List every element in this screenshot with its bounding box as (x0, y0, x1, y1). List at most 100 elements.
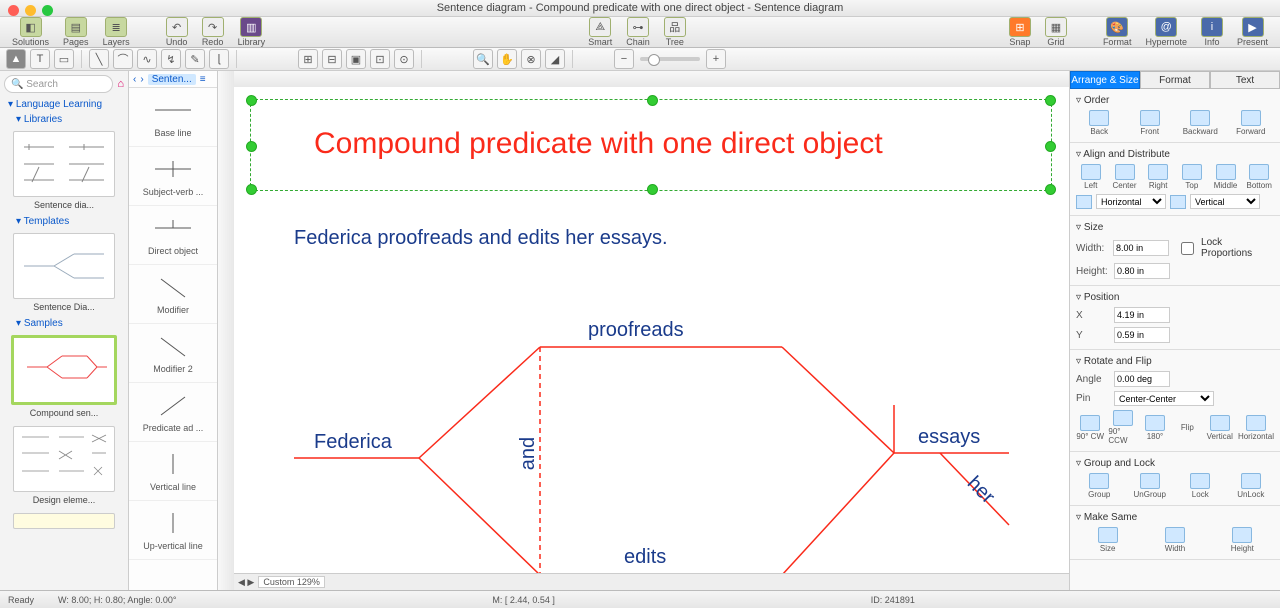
lib-upvline[interactable]: Up-vertical line (129, 501, 217, 560)
dist-v-icon[interactable] (1170, 195, 1186, 209)
format-button[interactable]: 🎨Format (1097, 17, 1138, 47)
crop-tool[interactable]: ⊗ (521, 49, 541, 69)
align-tool[interactable]: ⊞ (298, 49, 318, 69)
lib-baseline[interactable]: Base line (129, 88, 217, 147)
align-middle[interactable]: Middle (1211, 164, 1241, 190)
position-header[interactable]: ▿ Position (1076, 290, 1274, 305)
scribble-tool[interactable]: ✎ (185, 49, 205, 69)
arc-tool[interactable]: ⌒ (113, 49, 133, 69)
order-backward[interactable]: Backward (1177, 110, 1224, 136)
spline-tool[interactable]: ∿ (137, 49, 157, 69)
rotate-cw[interactable]: 90° CW (1076, 415, 1104, 441)
lib-subjverb[interactable]: Subject-verb ... (129, 147, 217, 206)
minimize-icon[interactable] (25, 5, 36, 16)
canvas[interactable]: Compound predicate with one direct objec… (234, 87, 1069, 574)
x-input[interactable] (1114, 307, 1170, 323)
ungroup-btn[interactable]: UnGroup (1127, 473, 1174, 499)
group-header[interactable]: ▿ Group and Lock (1076, 456, 1274, 471)
section-templates[interactable]: ▾ Templates (0, 214, 128, 229)
layers-button[interactable]: ≣Layers (97, 17, 136, 47)
lib-predadj[interactable]: Predicate ad ... (129, 383, 217, 442)
label-verb1[interactable]: proofreads (588, 319, 684, 342)
dist-h-select[interactable]: Horizontal (1096, 194, 1166, 209)
search-input[interactable]: 🔍 Search (4, 75, 113, 93)
y-input[interactable] (1114, 327, 1170, 343)
tab-arrange[interactable]: Arrange & Size (1070, 71, 1140, 89)
same-size[interactable]: Size (1076, 527, 1139, 553)
tree-button[interactable]: 品Tree (658, 17, 692, 47)
hand-tool[interactable]: ✋ (497, 49, 517, 69)
group-btn[interactable]: Group (1076, 473, 1123, 499)
traffic-lights[interactable] (8, 5, 53, 16)
order-front[interactable]: Front (1127, 110, 1174, 136)
height-input[interactable] (1114, 263, 1170, 279)
solutions-button[interactable]: ◧Solutions (6, 17, 55, 47)
maximize-icon[interactable] (42, 5, 53, 16)
thumb-sample-3[interactable] (10, 513, 118, 532)
lib-modifier[interactable]: Modifier (129, 265, 217, 324)
align-center[interactable]: Center (1110, 164, 1140, 190)
library-button[interactable]: ▥Library (232, 17, 272, 47)
undo-button[interactable]: ↶Undo (160, 17, 194, 47)
line-tool[interactable]: ╲ (89, 49, 109, 69)
rotate-ccw[interactable]: 90° CCW (1108, 410, 1136, 445)
align-top[interactable]: Top (1177, 164, 1207, 190)
lock-proportions-checkbox[interactable] (1181, 242, 1194, 255)
section-samples[interactable]: ▾ Samples (0, 316, 128, 331)
lib-vline[interactable]: Vertical line (129, 442, 217, 501)
nav-menu-icon[interactable]: ≡ (200, 74, 206, 85)
close-icon[interactable] (8, 5, 19, 16)
section-libraries[interactable]: ▾ Libraries (0, 112, 128, 127)
zoom-out[interactable]: − (614, 49, 634, 69)
grid-button[interactable]: ▦Grid (1039, 17, 1073, 47)
connector-tool[interactable]: ↯ (161, 49, 181, 69)
unlock-btn[interactable]: UnLock (1228, 473, 1275, 499)
zoom-in[interactable]: + (706, 49, 726, 69)
highlight-tool[interactable]: ◢ (545, 49, 565, 69)
pencil-tool[interactable]: ɭ (209, 49, 229, 69)
label-conj[interactable]: and (517, 437, 540, 470)
solutions-home-icon[interactable]: ⌂ (117, 78, 128, 90)
label-obj[interactable]: essays (918, 426, 980, 449)
note-tool[interactable]: ▭ (54, 49, 74, 69)
distribute-tool[interactable]: ⊟ (322, 49, 342, 69)
align-header[interactable]: ▿ Align and Distribute (1076, 147, 1274, 162)
makesame-header[interactable]: ▿ Make Same (1076, 510, 1274, 525)
text-tool[interactable]: T (30, 49, 50, 69)
zoom-tool[interactable]: 🔍 (473, 49, 493, 69)
page-nav[interactable]: ◀ ▶ (238, 577, 254, 588)
dist-h-icon[interactable] (1076, 195, 1092, 209)
rotate-header[interactable]: ▿ Rotate and Flip (1076, 354, 1274, 369)
section-language[interactable]: ▾ Language Learning (0, 97, 128, 112)
align-bottom[interactable]: Bottom (1244, 164, 1274, 190)
align-right[interactable]: Right (1143, 164, 1173, 190)
tab-text[interactable]: Text (1210, 71, 1280, 89)
pages-button[interactable]: ▤Pages (57, 17, 95, 47)
rotate-180[interactable]: 180° (1141, 415, 1169, 441)
group-tool[interactable]: ▣ (346, 49, 366, 69)
thumb-lib[interactable]: Sentence dia... (10, 131, 118, 210)
label-subject[interactable]: Federica (314, 431, 392, 454)
flip-h[interactable]: Horizontal (1238, 415, 1274, 441)
center-tool[interactable]: ⊙ (394, 49, 414, 69)
pointer-tool[interactable]: ▲ (6, 49, 26, 69)
same-width[interactable]: Width (1143, 527, 1206, 553)
tab-format[interactable]: Format (1140, 71, 1210, 89)
nav-back-icon[interactable]: ‹ (133, 74, 136, 85)
angle-input[interactable] (1114, 371, 1170, 387)
thumb-sample-1[interactable]: Compound sen... (10, 335, 118, 418)
snap-button[interactable]: ⊞Snap (1003, 17, 1037, 47)
lib-directobj[interactable]: Direct object (129, 206, 217, 265)
dist-v-select[interactable]: Vertical (1190, 194, 1260, 209)
thumb-sample-2[interactable]: Design eleme... (10, 426, 118, 505)
flip-v[interactable]: Vertical (1206, 415, 1234, 441)
zoom-slider[interactable] (640, 57, 700, 61)
order-back[interactable]: Back (1076, 110, 1123, 136)
make-same-tool[interactable]: ⊡ (370, 49, 390, 69)
align-left[interactable]: Left (1076, 164, 1106, 190)
label-verb2[interactable]: edits (624, 546, 666, 569)
size-header[interactable]: ▿ Size (1076, 220, 1274, 235)
lib-modifier2[interactable]: Modifier 2 (129, 324, 217, 383)
hypernote-button[interactable]: @Hypernote (1139, 17, 1193, 47)
zoom-dropdown[interactable]: Custom 129% (258, 576, 325, 588)
